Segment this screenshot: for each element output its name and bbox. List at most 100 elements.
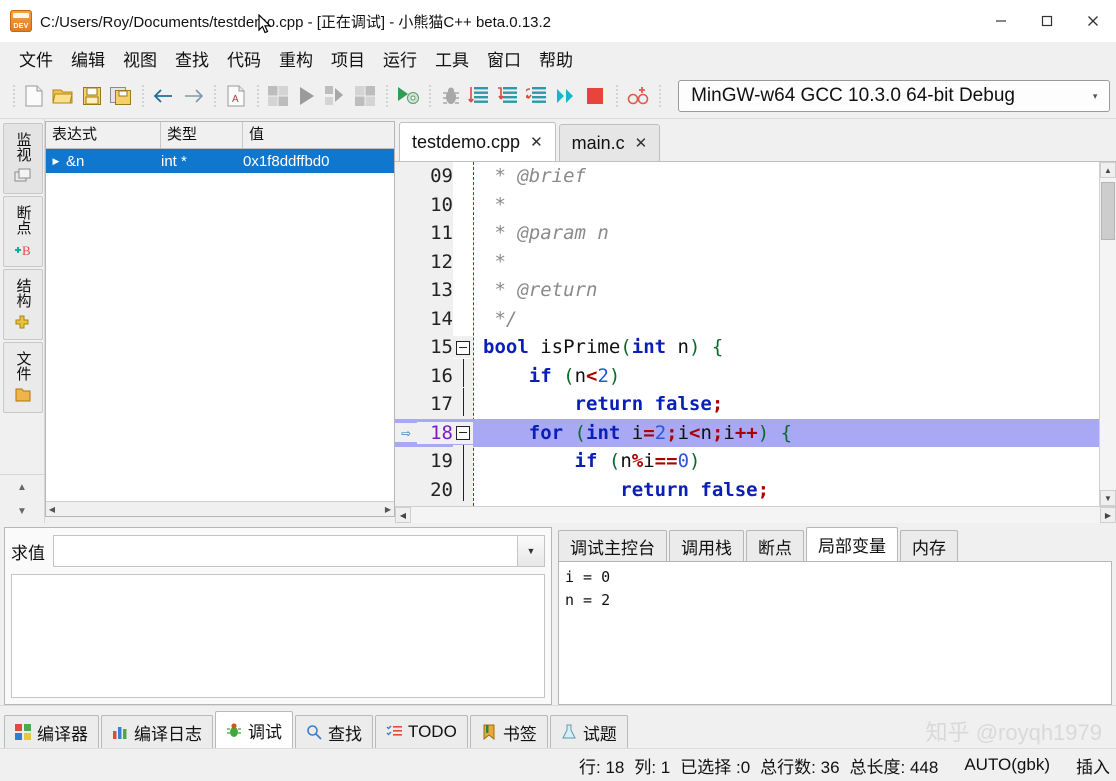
scroll-track[interactable] bbox=[1100, 178, 1116, 490]
tab-debug[interactable]: 调试 bbox=[215, 711, 293, 748]
code-line[interactable]: 10 * bbox=[395, 191, 1099, 220]
save-icon[interactable] bbox=[79, 81, 106, 111]
open-folder-icon[interactable] bbox=[50, 81, 77, 111]
profile-icon[interactable] bbox=[394, 81, 421, 111]
tab-problems[interactable]: 试题 bbox=[549, 715, 628, 748]
scroll-down-button[interactable]: ▼ bbox=[1100, 490, 1116, 506]
evaluate-input-combo[interactable]: ▼ bbox=[53, 535, 545, 567]
code-text[interactable]: * @brief bbox=[473, 165, 1099, 187]
watch-scroll-left-button[interactable]: ◀ bbox=[46, 505, 58, 514]
code-text[interactable]: if (n<2) bbox=[473, 365, 1099, 387]
menu-run[interactable]: 运行 bbox=[374, 44, 426, 73]
tab-compiler[interactable]: 编译器 bbox=[4, 715, 99, 748]
sidebar-item-files[interactable]: 文件 bbox=[3, 342, 43, 413]
code-line[interactable]: ⇨ 18 for (int i=2;i<n;i++) { bbox=[395, 418, 1099, 447]
tab-todo[interactable]: TODO bbox=[375, 715, 468, 748]
chevron-down-icon[interactable]: ▼ bbox=[517, 536, 544, 566]
sidebar-item-structure[interactable]: 结构 bbox=[3, 269, 43, 340]
tab-testdemo-cpp[interactable]: testdemo.cpp ✕ bbox=[399, 122, 556, 161]
rebuild-icon[interactable] bbox=[351, 81, 378, 111]
new-file-icon[interactable] bbox=[21, 81, 48, 111]
tab-breakpoints[interactable]: 断点 bbox=[746, 530, 804, 561]
strip-scroll-down-button[interactable]: ▼ bbox=[0, 499, 44, 523]
chevron-right-icon[interactable]: ▶ bbox=[46, 156, 66, 167]
options-icon[interactable]: A bbox=[222, 81, 249, 111]
code-text[interactable]: for (int i=2;i<n;i++) { bbox=[473, 422, 1099, 444]
scroll-track-horizontal[interactable] bbox=[411, 507, 1100, 523]
step-into-icon[interactable] bbox=[495, 81, 522, 111]
fold-toggle-icon[interactable] bbox=[453, 336, 473, 359]
menu-code[interactable]: 代码 bbox=[218, 44, 270, 73]
code-text[interactable]: * bbox=[473, 251, 1099, 273]
close-button[interactable] bbox=[1070, 0, 1116, 42]
code-line[interactable]: 14 */ bbox=[395, 305, 1099, 334]
watch-col-value[interactable]: 值 bbox=[243, 122, 394, 148]
code-text[interactable]: bool isPrime(int n) { bbox=[473, 336, 1099, 358]
code-line[interactable]: 17 return false; bbox=[395, 387, 1099, 421]
code-line[interactable]: 20 return false; bbox=[395, 473, 1099, 506]
scroll-thumb[interactable] bbox=[1101, 182, 1115, 240]
run-icon[interactable] bbox=[294, 81, 321, 111]
code-line[interactable]: 15 bool isPrime(int n) { bbox=[395, 333, 1099, 362]
step-over-icon[interactable] bbox=[466, 81, 493, 111]
menu-project[interactable]: 项目 bbox=[322, 44, 374, 73]
editor-vertical-scrollbar[interactable]: ▲ ▼ bbox=[1099, 162, 1116, 506]
continue-icon[interactable] bbox=[553, 81, 580, 111]
menu-file[interactable]: 文件 bbox=[10, 44, 62, 73]
code-line[interactable]: 11 * @param n bbox=[395, 219, 1099, 248]
save-all-icon[interactable] bbox=[108, 81, 135, 111]
watch-body[interactable]: ▶ &n int * 0x1f8ddffbd0 bbox=[46, 149, 394, 501]
menu-tools[interactable]: 工具 bbox=[426, 44, 478, 73]
code-line[interactable]: 12 * bbox=[395, 248, 1099, 277]
forward-arrow-icon[interactable] bbox=[179, 81, 206, 111]
watch-expression-cell[interactable]: ▶ &n bbox=[46, 153, 161, 170]
tab-memory[interactable]: 内存 bbox=[900, 530, 958, 561]
code-line[interactable]: 13 * @return bbox=[395, 276, 1099, 305]
tab-search[interactable]: 查找 bbox=[295, 715, 373, 748]
code-line[interactable]: 09 * @brief bbox=[395, 162, 1099, 191]
table-row[interactable]: ▶ &n int * 0x1f8ddffbd0 bbox=[46, 149, 394, 173]
stop-execution-icon[interactable] bbox=[581, 81, 608, 111]
code-line[interactable]: 21 } bbox=[395, 504, 1099, 506]
scroll-up-button[interactable]: ▲ bbox=[1100, 162, 1116, 178]
strip-scroll-up-button[interactable]: ▲ bbox=[0, 475, 44, 499]
watch-scroll-right-button[interactable]: ▶ bbox=[382, 505, 394, 514]
step-out-icon[interactable] bbox=[524, 81, 551, 111]
watch-horizontal-scrollbar[interactable]: ◀ ▶ bbox=[46, 501, 394, 516]
sidebar-item-watch[interactable]: 监视 bbox=[3, 123, 43, 194]
code-line[interactable]: 16 if (n<2) bbox=[395, 359, 1099, 393]
tab-main-c[interactable]: main.c ✕ bbox=[558, 124, 661, 161]
chevron-down-icon[interactable]: ▾ bbox=[1087, 91, 1103, 102]
add-watch-icon[interactable] bbox=[624, 81, 651, 111]
tab-compile-log[interactable]: 编译日志 bbox=[101, 715, 213, 748]
local-variables-list[interactable]: i = 0 n = 2 bbox=[558, 561, 1112, 705]
status-insert-mode[interactable]: 插入 bbox=[1076, 753, 1110, 778]
scroll-left-button[interactable]: ◀ bbox=[395, 507, 411, 523]
tab-call-stack[interactable]: 调用栈 bbox=[669, 530, 744, 561]
menu-refactor[interactable]: 重构 bbox=[270, 44, 322, 73]
watch-col-expression[interactable]: 表达式 bbox=[46, 122, 161, 148]
tab-local-variables[interactable]: 局部变量 bbox=[806, 527, 898, 561]
code-text[interactable]: * @param n bbox=[473, 222, 1099, 244]
code-text[interactable]: if (n%i==0) bbox=[473, 450, 1099, 472]
menu-window[interactable]: 窗口 bbox=[478, 44, 530, 73]
close-icon[interactable]: ✕ bbox=[530, 133, 543, 151]
tab-debug-console[interactable]: 调试主控台 bbox=[558, 530, 667, 561]
code-text[interactable]: return false; bbox=[473, 393, 1099, 415]
compile-run-icon[interactable] bbox=[323, 81, 350, 111]
compile-icon[interactable] bbox=[265, 81, 292, 111]
menu-help[interactable]: 帮助 bbox=[530, 44, 582, 73]
code-text[interactable]: return false; bbox=[473, 479, 1099, 501]
evaluate-input[interactable] bbox=[54, 536, 517, 566]
code-text[interactable]: * bbox=[473, 194, 1099, 216]
code-line[interactable]: 19 if (n%i==0) bbox=[395, 444, 1099, 478]
maximize-button[interactable] bbox=[1024, 0, 1070, 42]
code-text[interactable]: */ bbox=[473, 308, 1099, 330]
menu-edit[interactable]: 编辑 bbox=[62, 44, 114, 73]
menu-search[interactable]: 查找 bbox=[166, 44, 218, 73]
debug-bug-icon[interactable] bbox=[437, 81, 464, 111]
close-icon[interactable]: ✕ bbox=[635, 134, 648, 152]
back-arrow-icon[interactable] bbox=[150, 81, 177, 111]
editor-horizontal-scrollbar[interactable]: ◀ ▶ bbox=[395, 506, 1116, 523]
tab-bookmarks[interactable]: 书签 bbox=[469, 715, 548, 748]
